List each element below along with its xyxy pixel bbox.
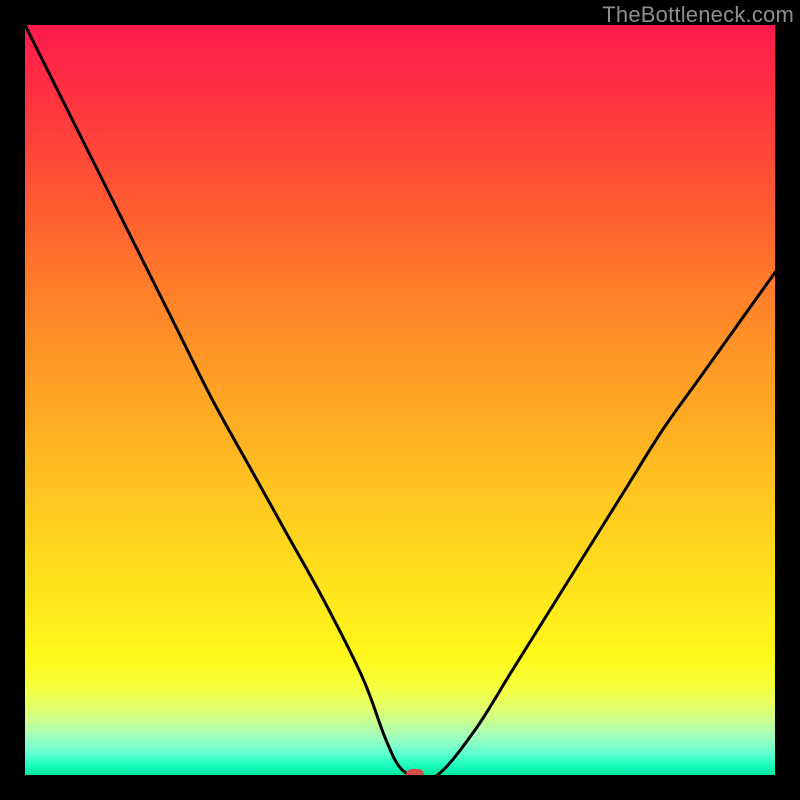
chart-frame: TheBottleneck.com <box>0 0 800 800</box>
minimum-marker <box>406 769 424 775</box>
plot-area <box>25 25 775 775</box>
bottleneck-curve-path <box>25 25 775 775</box>
curve-svg <box>25 25 775 775</box>
